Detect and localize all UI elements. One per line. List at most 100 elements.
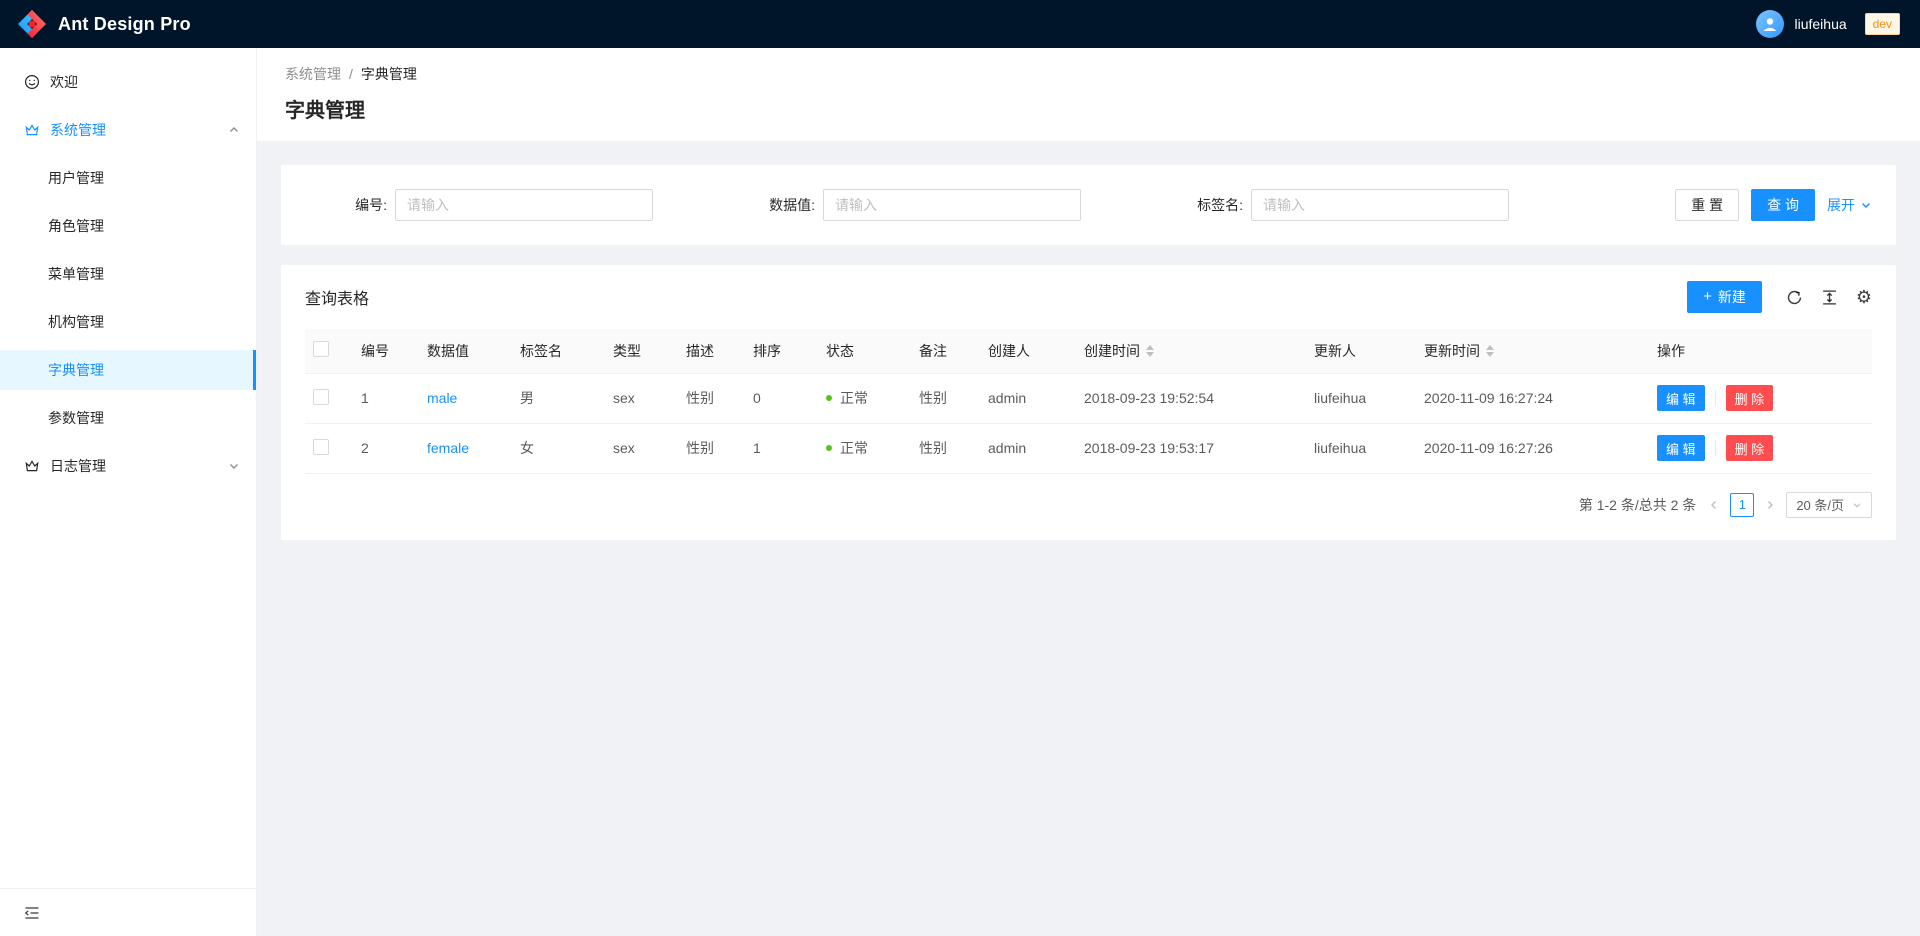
cell-label: 男 xyxy=(512,373,605,423)
breadcrumb-item-system[interactable]: 系统管理 xyxy=(285,64,341,84)
reload-icon[interactable] xyxy=(1786,289,1803,306)
expand-label: 展开 xyxy=(1827,195,1855,215)
sort-icon[interactable] xyxy=(1146,345,1154,357)
page-number[interactable]: 1 xyxy=(1730,493,1754,517)
new-button[interactable]: + 新建 xyxy=(1687,281,1762,313)
table-row: 2 female 女 sex 性别 1 正常 性别 admin 2018-09-… xyxy=(305,423,1872,473)
status-badge: 正常 xyxy=(826,438,868,458)
col-create-time[interactable]: 创建时间 xyxy=(1076,329,1306,373)
sidebar-item-label: 欢迎 xyxy=(50,72,240,92)
search-field-value: 数据值: xyxy=(733,189,1133,221)
sidebar-item-org-mgmt[interactable]: 机构管理 xyxy=(0,302,256,342)
cell-type: sex xyxy=(605,373,678,423)
col-creator: 创建人 xyxy=(980,329,1076,373)
cell-sort: 0 xyxy=(745,373,818,423)
sort-icon[interactable] xyxy=(1486,345,1494,357)
edit-button[interactable]: 编 辑 xyxy=(1657,385,1705,411)
cell-updater: liufeihua xyxy=(1306,423,1416,473)
sidebar-item-label: 用户管理 xyxy=(48,168,104,188)
breadcrumb-separator: / xyxy=(349,66,353,82)
next-page-icon[interactable] xyxy=(1764,499,1776,511)
table-row: 1 male 男 sex 性别 0 正常 性别 admin 2018-09-23… xyxy=(305,373,1872,423)
query-button[interactable]: 查 询 xyxy=(1751,189,1815,221)
col-sort: 排序 xyxy=(745,329,818,373)
sidebar-item-dict-mgmt[interactable]: 字典管理 xyxy=(0,350,256,390)
sidebar: 欢迎 系统管理 用户管理 角色管理 菜单管理 机构管理 字典管理 xyxy=(0,48,257,936)
table-header-row: 编号 数据值 标签名 类型 描述 排序 状态 备注 创建人 创建时间 xyxy=(305,329,1872,373)
col-updater: 更新人 xyxy=(1306,329,1416,373)
smile-icon xyxy=(24,74,40,90)
cell-sort: 1 xyxy=(745,423,818,473)
sidebar-item-label: 字典管理 xyxy=(48,360,104,380)
field-label-value: 数据值: xyxy=(733,195,815,215)
plus-icon: + xyxy=(1703,290,1712,304)
col-remark: 备注 xyxy=(911,329,980,373)
action-divider xyxy=(1715,440,1716,456)
breadcrumb: 系统管理 / 字典管理 xyxy=(285,64,1896,84)
id-input[interactable] xyxy=(395,189,653,221)
edit-button[interactable]: 编 辑 xyxy=(1657,435,1705,461)
sidebar-footer xyxy=(0,888,256,936)
expand-toggle[interactable]: 展开 xyxy=(1827,195,1872,215)
select-all-checkbox[interactable] xyxy=(313,341,329,357)
cell-id: 2 xyxy=(353,423,419,473)
new-button-label: 新建 xyxy=(1718,287,1746,307)
row-checkbox[interactable] xyxy=(313,439,329,455)
cell-desc: 性别 xyxy=(678,373,745,423)
action-divider xyxy=(1715,390,1716,406)
cell-remark: 性别 xyxy=(911,423,980,473)
sidebar-item-user-mgmt[interactable]: 用户管理 xyxy=(0,158,256,198)
user-name[interactable]: liufeihua xyxy=(1794,16,1846,32)
page-size-value: 20 条/页 xyxy=(1796,495,1844,514)
label-input[interactable] xyxy=(1251,189,1509,221)
breadcrumb-item-dict: 字典管理 xyxy=(361,64,417,84)
status-dot-icon xyxy=(826,395,832,401)
sidebar-item-log[interactable]: 日志管理 xyxy=(0,446,256,486)
column-height-icon[interactable] xyxy=(1821,289,1838,306)
sidebar-item-system[interactable]: 系统管理 xyxy=(0,110,256,150)
col-update-time-label: 更新时间 xyxy=(1424,341,1480,361)
ant-design-logo-icon xyxy=(16,8,48,40)
dict-table: 编号 数据值 标签名 类型 描述 排序 状态 备注 创建人 创建时间 xyxy=(305,329,1872,474)
sidebar-item-menu-mgmt[interactable]: 菜单管理 xyxy=(0,254,256,294)
chevron-down-icon xyxy=(1852,500,1862,510)
chevron-down-icon xyxy=(228,460,240,472)
col-create-time-label: 创建时间 xyxy=(1084,341,1140,361)
col-status: 状态 xyxy=(818,329,911,373)
row-checkbox[interactable] xyxy=(313,389,329,405)
cell-update-time: 2020-11-09 16:27:24 xyxy=(1416,373,1649,423)
cell-updater: liufeihua xyxy=(1306,373,1416,423)
prev-page-icon[interactable] xyxy=(1708,499,1720,511)
field-label-id: 编号: xyxy=(305,195,387,215)
sidebar-item-label: 机构管理 xyxy=(48,312,104,332)
brand[interactable]: Ant Design Pro xyxy=(16,8,191,40)
table-card: 查询表格 + 新建 xyxy=(281,265,1896,540)
page-header: 系统管理 / 字典管理 字典管理 xyxy=(257,48,1920,141)
page-size-select[interactable]: 20 条/页 xyxy=(1786,492,1872,518)
col-desc: 描述 xyxy=(678,329,745,373)
cell-creator: admin xyxy=(980,373,1076,423)
cell-type: sex xyxy=(605,423,678,473)
sidebar-item-role-mgmt[interactable]: 角色管理 xyxy=(0,206,256,246)
cell-value-link[interactable]: female xyxy=(427,440,469,456)
search-field-label: 标签名: xyxy=(1161,189,1561,221)
col-label: 标签名 xyxy=(512,329,605,373)
value-input[interactable] xyxy=(823,189,1081,221)
menu-fold-icon[interactable] xyxy=(24,905,40,921)
pagination-total: 第 1-2 条/总共 2 条 xyxy=(1579,495,1696,515)
col-update-time[interactable]: 更新时间 xyxy=(1416,329,1649,373)
status-dot-icon xyxy=(826,445,832,451)
reset-button[interactable]: 重 置 xyxy=(1675,189,1739,221)
field-label-tag: 标签名: xyxy=(1161,195,1243,215)
delete-button[interactable]: 删 除 xyxy=(1726,385,1774,411)
cell-label: 女 xyxy=(512,423,605,473)
cell-value-link[interactable]: male xyxy=(427,390,457,406)
crown-icon xyxy=(24,458,40,474)
user-avatar[interactable] xyxy=(1756,10,1784,38)
sidebar-item-param-mgmt[interactable]: 参数管理 xyxy=(0,398,256,438)
sidebar-item-welcome[interactable]: 欢迎 xyxy=(0,62,256,102)
setting-icon[interactable]: ⚙ xyxy=(1856,289,1872,305)
sidebar-item-label: 角色管理 xyxy=(48,216,104,236)
sidebar-item-label: 系统管理 xyxy=(50,120,218,140)
delete-button[interactable]: 删 除 xyxy=(1726,435,1774,461)
